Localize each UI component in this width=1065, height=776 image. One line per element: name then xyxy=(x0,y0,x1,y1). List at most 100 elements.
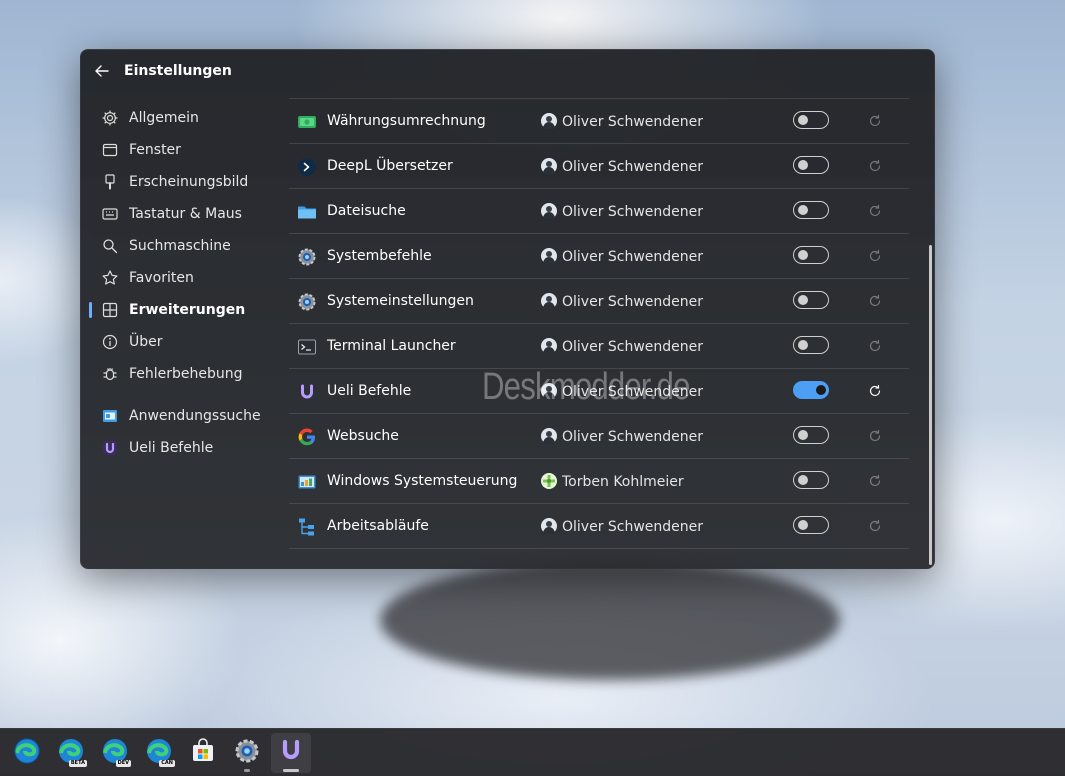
refresh-icon[interactable] xyxy=(868,383,882,397)
toggle-knob xyxy=(798,205,808,215)
sidebar-item-favoriten[interactable]: Favoriten xyxy=(81,262,281,294)
workflow-icon xyxy=(297,517,317,537)
active-indicator xyxy=(283,769,299,772)
sidebar-separator xyxy=(81,390,281,400)
author-avatar xyxy=(541,428,557,444)
extension-name: Terminal Launcher xyxy=(327,338,456,354)
window-icon xyxy=(101,141,119,159)
extension-toggle[interactable] xyxy=(793,336,829,354)
author-avatar xyxy=(541,158,557,174)
sidebar-item-tastatur-maus[interactable]: Tastatur & Maus xyxy=(81,198,281,230)
back-arrow-icon[interactable] xyxy=(93,62,111,80)
taskbar: BETA DEV CAN xyxy=(0,728,1065,776)
sidebar-item-label: Allgemein xyxy=(129,110,199,126)
extension-author: Oliver Schwendener xyxy=(562,519,704,535)
app-search-icon xyxy=(101,407,119,425)
author-avatar xyxy=(541,248,557,264)
extension-row-dateisuche: Dateisuche Oliver Schwendener xyxy=(289,188,909,233)
running-indicator xyxy=(244,769,250,772)
extension-row-deepl: DeepL Übersetzer Oliver Schwendener xyxy=(289,143,909,188)
toggle-knob xyxy=(798,160,808,170)
extension-toggle[interactable] xyxy=(793,426,829,444)
sidebar-item-allgemein[interactable]: Allgemein xyxy=(81,102,281,134)
system-gear-icon xyxy=(297,247,317,267)
extension-name: Dateisuche xyxy=(327,203,406,219)
extension-toggle[interactable] xyxy=(793,246,829,264)
star-icon xyxy=(101,269,119,287)
sidebar-item-fehlerbehebung[interactable]: Fehlerbehebung xyxy=(81,358,281,390)
badge-label: CAN xyxy=(159,760,175,767)
sidebar-item-label: Ueli Befehle xyxy=(129,440,214,456)
extension-toggle[interactable] xyxy=(793,156,829,174)
taskbar-app-edge-beta[interactable]: BETA xyxy=(51,733,91,773)
extensions-icon xyxy=(101,301,119,319)
sidebar-item-label: Anwendungssuche xyxy=(129,408,261,424)
sidebar-item-fenster[interactable]: Fenster xyxy=(81,134,281,166)
extension-author: Oliver Schwendener xyxy=(562,339,704,355)
google-icon xyxy=(297,427,317,447)
store-icon xyxy=(190,738,216,768)
ueli-icon xyxy=(101,439,119,457)
extension-row-systemeinstellungen: Systemeinstellungen Oliver Schwendener xyxy=(289,278,909,323)
extension-toggle[interactable] xyxy=(793,111,829,129)
settings-window: Einstellungen Allgemein Fenster Erschein… xyxy=(80,49,935,569)
extension-author: Torben Kohlmeier xyxy=(562,474,684,490)
scrollbar[interactable] xyxy=(929,245,932,565)
sidebar-item-erscheinungsbild[interactable]: Erscheinungsbild xyxy=(81,166,281,198)
taskbar-app-edge-canary[interactable]: CAN xyxy=(139,733,179,773)
extension-toggle[interactable] xyxy=(793,201,829,219)
refresh-icon[interactable] xyxy=(868,428,882,442)
sidebar-item-anwendungssuche[interactable]: Anwendungssuche xyxy=(81,400,281,432)
settings-icon xyxy=(297,292,317,312)
extension-row-arbeitsablaeufe: Arbeitsabläufe Oliver Schwendener xyxy=(289,503,909,549)
sidebar-item-label: Erweiterungen xyxy=(129,302,246,318)
sidebar-item-label: Fehlerbehebung xyxy=(129,366,243,382)
extension-toggle[interactable] xyxy=(793,291,829,309)
refresh-icon[interactable] xyxy=(868,518,882,532)
refresh-icon[interactable] xyxy=(868,338,882,352)
gear-icon xyxy=(101,109,119,127)
taskbar-app-settings[interactable] xyxy=(227,733,267,773)
extension-author: Oliver Schwendener xyxy=(562,384,704,400)
refresh-icon[interactable] xyxy=(868,113,882,127)
taskbar-app-edge-dev[interactable]: DEV xyxy=(95,733,135,773)
sidebar-item-label: Suchmaschine xyxy=(129,238,231,254)
toggle-knob xyxy=(798,250,808,260)
refresh-icon[interactable] xyxy=(868,158,882,172)
extension-author: Oliver Schwendener xyxy=(562,249,704,265)
ueli-app-icon xyxy=(278,738,304,768)
taskbar-app-edge[interactable] xyxy=(7,733,47,773)
extension-toggle[interactable] xyxy=(793,381,829,399)
refresh-icon[interactable] xyxy=(868,248,882,262)
extension-row-ueli-befehle: Ueli Befehle Oliver Schwendener xyxy=(289,368,909,413)
taskbar-app-ueli[interactable] xyxy=(271,733,311,773)
extension-name: Websuche xyxy=(327,428,399,444)
sidebar-item-label: Fenster xyxy=(129,142,181,158)
taskbar-app-store[interactable] xyxy=(183,733,223,773)
sidebar-item-erweiterungen[interactable]: Erweiterungen xyxy=(81,294,281,326)
toggle-knob xyxy=(798,520,808,530)
badge-label: DEV xyxy=(115,760,131,767)
author-avatar xyxy=(541,113,557,129)
extension-toggle[interactable] xyxy=(793,471,829,489)
sidebar-item-label: Erscheinungsbild xyxy=(129,174,249,190)
info-icon xyxy=(101,333,119,351)
wallpaper-panda xyxy=(380,560,840,680)
author-avatar xyxy=(541,293,557,309)
sidebar-item-suchmaschine[interactable]: Suchmaschine xyxy=(81,230,281,262)
sidebar-item-label: Favoriten xyxy=(129,270,194,286)
author-avatar xyxy=(541,473,557,489)
sidebar-item-ueber[interactable]: Über xyxy=(81,326,281,358)
refresh-icon[interactable] xyxy=(868,203,882,217)
extension-author: Oliver Schwendener xyxy=(562,204,704,220)
sidebar-item-ueli-befehle[interactable]: Ueli Befehle xyxy=(81,432,281,464)
author-avatar xyxy=(541,203,557,219)
author-avatar xyxy=(541,338,557,354)
refresh-icon[interactable] xyxy=(868,293,882,307)
window-title: Einstellungen xyxy=(124,63,232,79)
refresh-icon[interactable] xyxy=(868,473,882,487)
keyboard-icon xyxy=(101,205,119,223)
extension-row-windows-systemsteuerung: Windows Systemsteuerung Torben Kohlmeier xyxy=(289,458,909,503)
extension-name: Arbeitsabläufe xyxy=(327,518,429,534)
extension-toggle[interactable] xyxy=(793,516,829,534)
